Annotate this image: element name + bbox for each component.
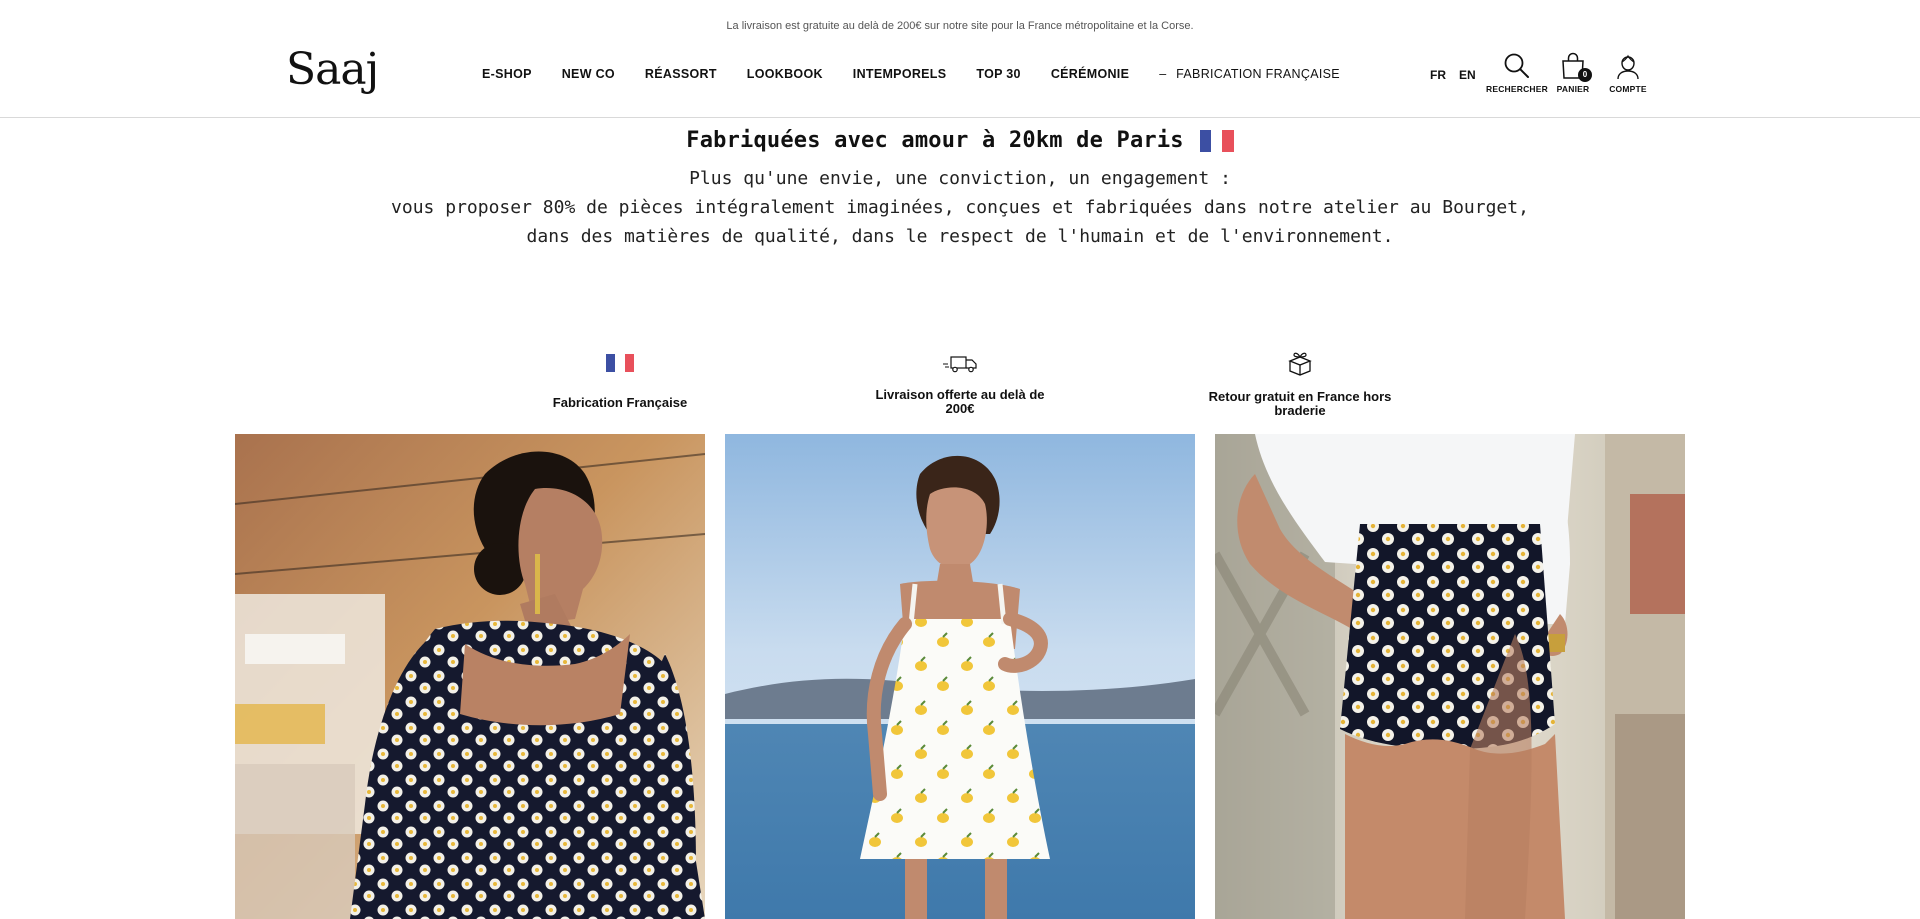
language-switcher: FR EN bbox=[1430, 68, 1489, 82]
nav-item-top-30[interactable]: TOP 30 bbox=[976, 67, 1020, 81]
header-tools: RECHERCHER 0 PANIER COMPTE bbox=[1486, 52, 1658, 94]
product-photo-lemon-dress[interactable] bbox=[725, 434, 1195, 919]
feature-icon-wrap bbox=[520, 348, 720, 378]
hero-line-3: dans des matières de qualité, dans le re… bbox=[526, 226, 1394, 247]
hero-line-1: Plus qu'une envie, une conviction, un en… bbox=[689, 168, 1231, 189]
feature-fabrication: Fabrication Française bbox=[520, 348, 720, 410]
cart-button[interactable]: 0 PANIER bbox=[1548, 52, 1598, 94]
nav-item-fabrication-francaise[interactable]: FABRICATION FRANÇAISE bbox=[1176, 67, 1340, 81]
product-photo-daisy-skirt[interactable] bbox=[1215, 434, 1685, 919]
product-gallery bbox=[235, 434, 1685, 919]
site-header: Saaj E-SHOP NEW CO RÉASSORT LOOKBOOK INT… bbox=[0, 40, 1920, 118]
feature-livraison: Livraison offerte au delà de 200€ bbox=[860, 348, 1060, 416]
hero-text: Plus qu'une envie, une conviction, un en… bbox=[0, 164, 1920, 251]
nav-separator: – bbox=[1159, 67, 1167, 81]
cart-label: PANIER bbox=[1556, 84, 1590, 94]
cart-count-badge: 0 bbox=[1578, 68, 1592, 82]
hero-line-2: vous proposer 80% de pièces intégralemen… bbox=[391, 197, 1529, 218]
main-nav: E-SHOP NEW CO RÉASSORT LOOKBOOK INTEMPOR… bbox=[482, 67, 1370, 81]
feature-icon-wrap bbox=[1200, 348, 1400, 378]
cart-icon-wrap: 0 bbox=[1560, 52, 1592, 82]
user-icon bbox=[1617, 54, 1639, 80]
search-label: RECHERCHER bbox=[1486, 84, 1548, 94]
nav-item-eshop[interactable]: E-SHOP bbox=[482, 67, 532, 81]
account-label: COMPTE bbox=[1609, 84, 1647, 94]
french-flag-icon bbox=[1199, 129, 1234, 152]
french-flag-icon bbox=[606, 354, 634, 372]
feature-retour: Retour gratuit en France hors braderie bbox=[1200, 348, 1400, 418]
nav-item-lookbook[interactable]: LOOKBOOK bbox=[747, 67, 823, 81]
site-logo[interactable]: Saaj bbox=[286, 44, 379, 95]
gift-box-icon bbox=[1288, 352, 1312, 376]
nav-item-new-co[interactable]: NEW CO bbox=[562, 67, 615, 81]
hero-section: Fabriquées avec amour à 20km de Paris Pl… bbox=[0, 128, 1920, 251]
photo-daisy-skirt-image bbox=[1215, 434, 1685, 919]
hero-title-row: Fabriquées avec amour à 20km de Paris bbox=[686, 128, 1234, 153]
feature-text: Livraison offerte au delà de 200€ bbox=[875, 387, 1045, 416]
account-button[interactable]: COMPTE bbox=[1598, 52, 1658, 94]
search-button[interactable]: RECHERCHER bbox=[1486, 52, 1548, 94]
lang-fr[interactable]: FR bbox=[1430, 68, 1446, 82]
feature-text: Fabrication Française bbox=[552, 395, 688, 410]
features-row: Fabrication Française Livraison offerte … bbox=[0, 348, 1920, 420]
feature-icon-wrap bbox=[860, 348, 1060, 378]
hero-title: Fabriquées avec amour à 20km de Paris bbox=[686, 128, 1184, 153]
photo-daisy-top-image bbox=[235, 434, 705, 919]
nav-item-reassort[interactable]: RÉASSORT bbox=[645, 67, 717, 81]
feature-text: Retour gratuit en France hors braderie bbox=[1208, 389, 1392, 418]
search-icon bbox=[1504, 53, 1529, 78]
photo-lemon-dress-image bbox=[725, 434, 1195, 919]
nav-item-ceremonie[interactable]: CÉRÉMONIE bbox=[1051, 67, 1129, 81]
announcement-text: La livraison est gratuite au delà de 200… bbox=[726, 20, 1194, 32]
delivery-truck-icon bbox=[943, 356, 977, 373]
lang-en[interactable]: EN bbox=[1459, 68, 1476, 82]
product-photo-daisy-top[interactable] bbox=[235, 434, 705, 919]
nav-item-intemporels[interactable]: INTEMPORELS bbox=[853, 67, 947, 81]
